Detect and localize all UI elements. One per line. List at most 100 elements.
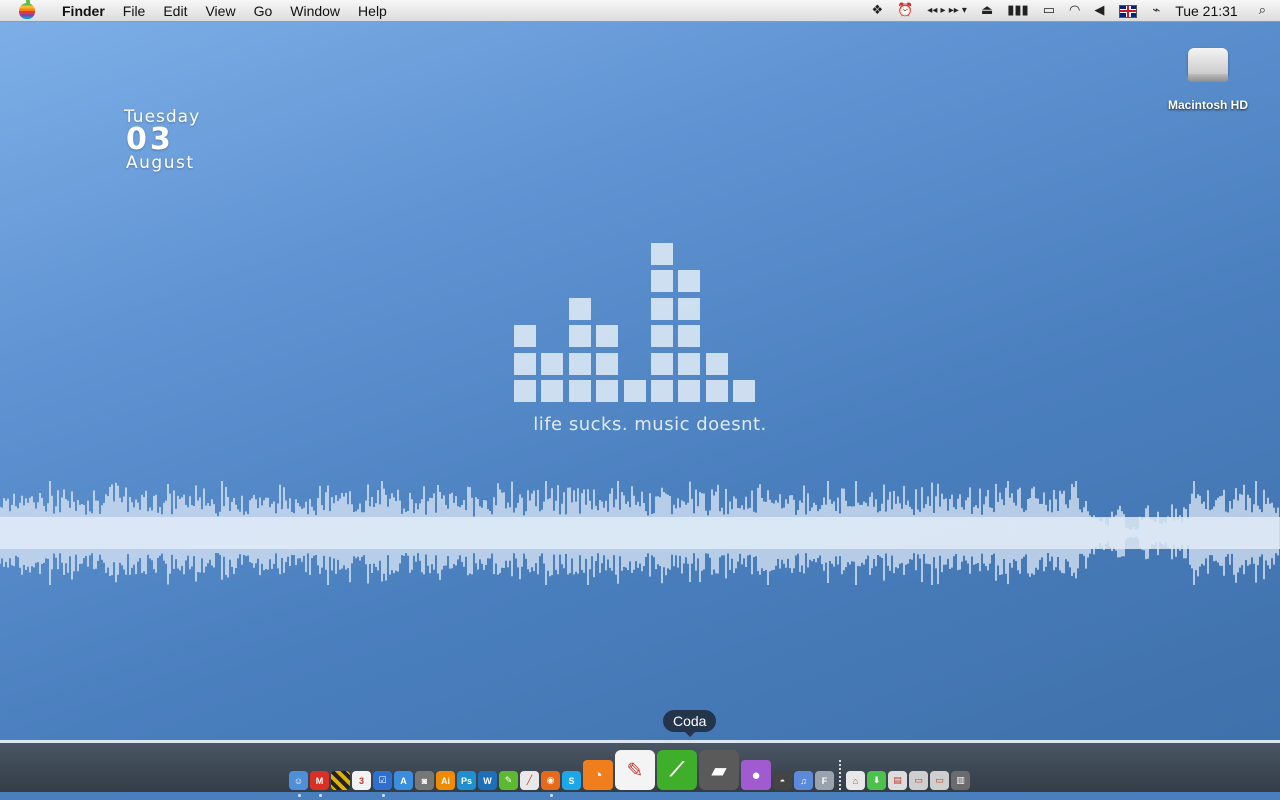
dock-item-home-folder[interactable]: ⌂	[846, 771, 865, 790]
calendar-icon: 3	[358, 775, 364, 786]
dock-item-itunes[interactable]: ♫	[794, 771, 813, 790]
menu-edit[interactable]: Edit	[154, 0, 196, 22]
dock-item-stack-one[interactable]: ▭	[909, 771, 928, 790]
equalizer-block	[541, 353, 563, 375]
equalizer-block	[678, 298, 700, 320]
dock-item-photoshop[interactable]: Ps	[457, 771, 476, 790]
battery-icon[interactable]: ▮▮▮	[1007, 0, 1028, 22]
chat-bubble-icon: ●	[751, 766, 761, 784]
dock-item-writeroom[interactable]: W	[478, 771, 497, 790]
menu-go[interactable]: Go	[245, 0, 282, 22]
dock-item-photo-booth[interactable]: ◙	[415, 771, 434, 790]
dock-item-evernote[interactable]: ✎	[499, 771, 518, 790]
dock-item-fontcase[interactable]: F	[815, 771, 834, 790]
car-icon: ◓	[779, 775, 786, 786]
apple-menu-icon[interactable]	[19, 0, 35, 19]
download-arrow-icon: ⬇	[872, 775, 881, 785]
activity-monitor-icon[interactable]: ⌁	[1152, 0, 1160, 22]
status-area: ❖ ⏰ ◂◂ ▸ ▸▸ ▾ ⏏ ▮▮▮ ▭ ◠ ◀ ⌁ Tue 21:31 ⌕	[864, 0, 1280, 22]
equalizer-block	[651, 270, 673, 292]
menu-bar: Finder File Edit View Go Window Help ❖ ⏰…	[0, 0, 1280, 22]
menu-view[interactable]: View	[196, 0, 244, 22]
dock-item-coda[interactable]: ⟋	[657, 750, 697, 790]
equalizer-block	[651, 380, 673, 402]
wallpaper-equalizer	[514, 214, 786, 404]
running-indicator	[318, 794, 322, 797]
dock-tooltip: Coda	[663, 710, 717, 737]
pen-icon: ╱	[526, 775, 533, 785]
dock-item-finder[interactable]: ☺	[289, 771, 308, 790]
uk-flag-icon[interactable]	[1119, 4, 1138, 18]
elephant-icon: ✎	[504, 775, 513, 785]
spotlight-icon[interactable]: ⌕	[1259, 0, 1266, 22]
home-icon: ⌂	[852, 775, 859, 786]
dock-item-trash[interactable]: ▥	[951, 771, 970, 790]
date-day: 03	[126, 122, 174, 157]
dock-item-cyberduck[interactable]: ◓	[773, 771, 792, 790]
hard-drive-icon	[1186, 44, 1230, 84]
leaf-icon: ⟋	[670, 758, 684, 781]
stack-icon: ▭	[914, 775, 923, 785]
equalizer-block	[569, 325, 591, 347]
equalizer-block	[678, 270, 700, 292]
f-icon: F	[821, 775, 828, 786]
dock-item-app-store[interactable]: A	[394, 771, 413, 790]
dock-item-caution-app[interactable]	[331, 771, 350, 790]
app-store-icon: A	[400, 775, 407, 786]
dock-item-firefox[interactable]: ◉	[541, 771, 560, 790]
eject-icon[interactable]: ⏏	[981, 0, 993, 22]
equalizer-block	[733, 380, 755, 402]
wallpaper-waveform	[0, 481, 1280, 585]
equalizer-block	[624, 380, 646, 402]
menu-clock[interactable]: Tue 21:31	[1175, 3, 1238, 19]
menu-help[interactable]: Help	[349, 0, 396, 22]
skype-icon: S	[568, 775, 575, 786]
rss-icon: ◔	[593, 766, 603, 784]
equalizer-block	[651, 243, 673, 265]
equalizer-block	[514, 353, 536, 375]
dock-item-adium[interactable]: ●	[741, 760, 771, 790]
script-icon: ✎	[626, 759, 644, 782]
dock-item-ical[interactable]: 3	[352, 771, 371, 790]
desktop[interactable]: Finder File Edit View Go Window Help ❖ ⏰…	[0, 0, 1280, 800]
dock-item-stack-two[interactable]: ▭	[930, 771, 949, 790]
equalizer-block	[596, 353, 618, 375]
dock-item-documents[interactable]: ▤	[888, 771, 907, 790]
wifi-icon[interactable]: ◠	[1069, 0, 1080, 22]
equalizer-block	[651, 353, 673, 375]
equalizer-block	[569, 380, 591, 402]
dock-item-things[interactable]: ☑	[373, 771, 392, 790]
dock-item-text-editor[interactable]: ╱	[520, 771, 539, 790]
volume-icon[interactable]: ◀	[1094, 0, 1104, 22]
app-menu[interactable]: Finder	[53, 0, 114, 22]
dock-item-illustrator[interactable]: Ai	[436, 771, 455, 790]
dock-item-transmit[interactable]: ▰	[699, 750, 739, 790]
equalizer-block	[651, 325, 673, 347]
date-widget: Tuesday 03 August	[124, 107, 200, 173]
equalizer-block	[569, 298, 591, 320]
desktop-icon-macintosh-hd[interactable]: Macintosh HD	[1160, 44, 1256, 112]
alarm-clock-icon[interactable]: ⏰	[897, 0, 913, 22]
dock-item-text-edit[interactable]: ✎	[615, 750, 655, 790]
running-indicator	[549, 794, 553, 797]
photoshop-icon: Ps	[460, 775, 472, 786]
dropbox-icon[interactable]: ❖	[871, 0, 883, 22]
equalizer-block	[569, 353, 591, 375]
dock-item-downloads[interactable]: ⬇	[867, 771, 886, 790]
equalizer-block	[541, 380, 563, 402]
equalizer-block	[596, 380, 618, 402]
dock-item-rss-reader[interactable]: ◔	[583, 760, 613, 790]
menu-file[interactable]: File	[114, 0, 155, 22]
menu-window[interactable]: Window	[281, 0, 349, 22]
dock-item-skype[interactable]: S	[562, 771, 581, 790]
equalizer-block	[651, 298, 673, 320]
date-month: August	[126, 153, 195, 173]
display-icon[interactable]: ▭	[1043, 0, 1055, 22]
gmail-icon: M	[315, 775, 324, 786]
media-controls-icon[interactable]: ◂◂ ▸ ▸▸ ▾	[927, 0, 967, 22]
equalizer-block	[596, 325, 618, 347]
music-note-icon: ♫	[800, 775, 807, 786]
dock-item-gmail[interactable]: M	[310, 771, 329, 790]
dock-items: ☺ M 3 ☑ A ◙ Ai Ps W ✎ ╱ ◉ S ◔ ✎ ⟋ ▰ ● ◓ ♫ F ⌂ ⬇ ▤ ▭ ▭ ▥	[288, 744, 971, 792]
equalizer-block	[514, 380, 536, 402]
